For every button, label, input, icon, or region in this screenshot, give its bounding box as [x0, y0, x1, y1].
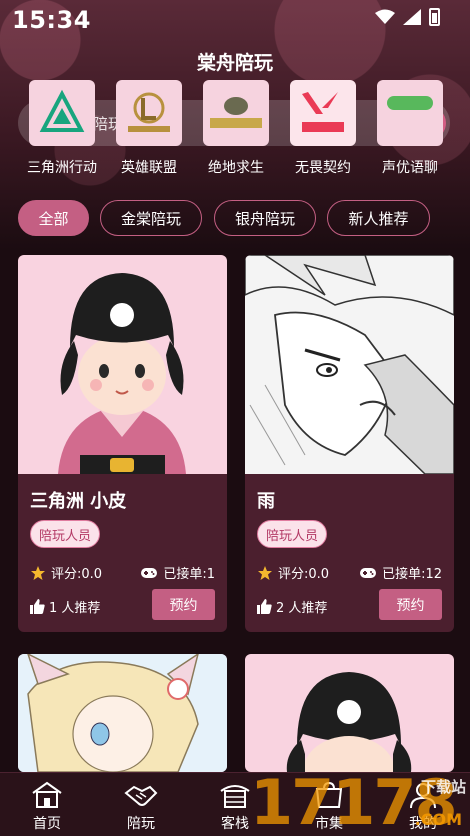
star-icon: [258, 565, 272, 580]
tab-gold-companion[interactable]: 金棠陪玩: [100, 200, 202, 236]
handshake-icon: [124, 785, 158, 806]
status-icons: [375, 8, 440, 26]
game-item-pubg[interactable]: 绝地求生: [196, 80, 276, 177]
companion-name: 雨: [257, 491, 275, 512]
nav-item-market[interactable]: 市集: [282, 779, 376, 833]
book-button[interactable]: 预约: [379, 589, 442, 620]
star-icon: [31, 565, 45, 580]
orders: 已接单:12: [360, 563, 442, 582]
companion-card[interactable]: 雨 陪玩人员 评分:0.0 已接单:12 2 人推荐 预约: [245, 255, 454, 632]
companion-card[interactable]: [245, 654, 454, 772]
app-title: 棠舟陪玩: [196, 52, 273, 74]
gamepad-icon: [141, 567, 158, 578]
profile-icon: [410, 783, 436, 809]
nav-item-inn[interactable]: 客栈: [188, 779, 282, 833]
voice-chat-icon: [377, 80, 443, 146]
delta-force-icon: [29, 80, 95, 146]
market-icon: [315, 781, 343, 808]
rating: 评分:0.0: [257, 563, 329, 582]
tab-newcomer[interactable]: 新人推荐: [327, 200, 430, 236]
recommend: 2 人推荐: [257, 597, 327, 616]
nav-item-companion[interactable]: 陪玩: [94, 779, 188, 833]
game-item-valorant[interactable]: 无畏契约: [283, 80, 363, 177]
thumbs-up-icon: [30, 599, 45, 614]
companion-avatar-image: [18, 255, 227, 474]
nav-item-profile[interactable]: 我的: [376, 779, 470, 833]
home-icon: [32, 781, 62, 808]
nav-label: 客栈: [221, 816, 249, 832]
status-bar: 15:34: [0, 0, 470, 44]
bottom-navigation: 首页 陪玩 客栈 市集 我的: [0, 772, 470, 836]
game-item-delta-force[interactable]: 三角洲行动: [22, 80, 102, 177]
role-badge: 陪玩人员: [30, 520, 101, 548]
game-label: 三角洲行动: [27, 160, 97, 176]
wifi-icon: [375, 9, 395, 24]
nav-label: 我的: [409, 816, 437, 832]
battery-icon: [429, 8, 440, 26]
rating-value: 评分:0.0: [278, 567, 330, 582]
league-of-legends-icon: [116, 80, 182, 146]
signal-icon: [403, 9, 421, 25]
game-item-voice-chat[interactable]: 声优语聊: [370, 80, 450, 177]
recommend-count: 2 人推荐: [276, 601, 328, 616]
thumbs-up-icon: [257, 599, 272, 614]
tab-silver-companion[interactable]: 银舟陪玩: [214, 200, 316, 236]
companion-avatar-image: [245, 654, 454, 772]
book-button[interactable]: 预约: [152, 589, 215, 620]
inn-icon: [220, 785, 250, 808]
game-item-lol[interactable]: 英雄联盟: [109, 80, 189, 177]
orders-count: 已接单:1: [163, 567, 215, 582]
recommend-count: 1 人推荐: [49, 601, 101, 616]
game-label: 英雄联盟: [121, 160, 177, 176]
status-time: 15:34: [12, 6, 91, 34]
companion-avatar-image: [245, 255, 454, 474]
companion-name: 三角洲 小皮: [30, 491, 127, 512]
nav-item-home[interactable]: 首页: [0, 779, 94, 833]
game-label: 声优语聊: [382, 160, 438, 176]
rating: 评分:0.0: [30, 563, 102, 582]
orders: 已接单:1: [141, 563, 215, 582]
recommend: 1 人推荐: [30, 597, 100, 616]
valorant-icon: [290, 80, 356, 146]
nav-label: 陪玩: [127, 816, 155, 832]
role-badge: 陪玩人员: [257, 520, 328, 548]
tab-all[interactable]: 全部: [18, 200, 89, 236]
game-label: 绝地求生: [208, 160, 264, 176]
nav-label: 首页: [33, 816, 61, 832]
game-category-row: 三角洲行动 英雄联盟 绝地求生 无畏契约 声优语聊: [0, 80, 470, 180]
nav-label: 市集: [315, 816, 343, 832]
rating-value: 评分:0.0: [51, 567, 103, 582]
pubg-icon: [203, 80, 269, 146]
companion-avatar-image: [18, 654, 227, 772]
companion-card[interactable]: 三角洲 小皮 陪玩人员 评分:0.0 已接单:1 1 人推荐 预约: [18, 255, 227, 632]
orders-count: 已接单:12: [382, 567, 442, 582]
game-label: 无畏契约: [295, 160, 351, 176]
gamepad-icon: [360, 567, 377, 578]
companion-card[interactable]: [18, 654, 227, 772]
